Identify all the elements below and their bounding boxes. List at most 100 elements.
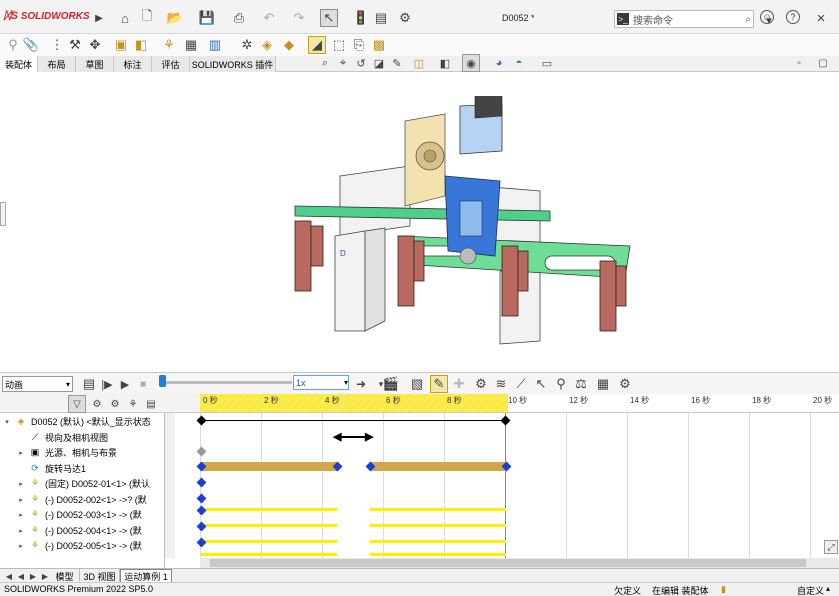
component-timeline-bar[interactable]	[370, 508, 506, 511]
playback-mode-icon[interactable]: ➜	[352, 375, 370, 393]
filter-icon[interactable]: ▽	[68, 395, 86, 413]
exploded-view-icon[interactable]: ✲	[238, 36, 256, 54]
timeline-slider-knob[interactable]	[159, 375, 166, 387]
contact-icon[interactable]: ⚲	[552, 375, 570, 393]
rebuild-light-icon[interactable]: ▮	[721, 584, 726, 595]
filter-driving-icon[interactable]: ⚙	[106, 395, 124, 413]
stop-icon[interactable]: ■	[134, 375, 152, 393]
redo-icon[interactable]: ↷	[290, 9, 308, 27]
search-icon[interactable]: ⌕	[745, 14, 753, 25]
take-snapshot-active-icon[interactable]: ◢	[308, 36, 326, 54]
apply-scene-icon[interactable]: ◓	[510, 54, 528, 72]
graphics-viewport[interactable]: D	[0, 72, 839, 370]
maximize-icon[interactable]: ▢	[814, 54, 832, 72]
dynamic-annotation-icon[interactable]: ✎	[388, 54, 406, 72]
tab-solidworks-addins[interactable]: SOLIDWORKS 插件	[190, 56, 276, 72]
previous-view-icon[interactable]: ↺	[352, 54, 370, 72]
expand-icon[interactable]: ▸	[14, 511, 28, 519]
hide-show-items-icon[interactable]: ◉	[462, 54, 480, 72]
component-timeline-bar[interactable]	[201, 508, 337, 511]
tab-model[interactable]: 模型	[50, 569, 80, 583]
timeline-slider-track[interactable]	[160, 381, 292, 384]
component-timeline-bar[interactable]	[370, 524, 506, 527]
view-orientation-icon[interactable]: ◫	[410, 54, 428, 72]
view-settings-icon[interactable]: ▭	[538, 54, 556, 72]
motor-timeline-bar[interactable]	[201, 462, 337, 471]
autokey-icon[interactable]: ✎	[430, 375, 448, 393]
help-icon[interactable]: ?	[786, 10, 800, 24]
assembly-features-icon[interactable]: ◧	[132, 36, 150, 54]
section-view-icon[interactable]: ◪	[370, 54, 388, 72]
restore-icon[interactable]: ▫	[790, 54, 808, 72]
time-bar-line[interactable]	[505, 413, 506, 560]
search-commands-input[interactable]: >_ 搜索命令 ⌕	[614, 10, 754, 28]
component-timeline-bar[interactable]	[201, 553, 337, 556]
select-pointer-icon[interactable]: ↖	[320, 9, 338, 27]
tree-row-component[interactable]: ▸ ⚘ (固定) D0052-01<1> (默认	[0, 476, 165, 492]
close-window-icon[interactable]: ×	[812, 9, 830, 27]
instant3d-icon[interactable]: ◈	[258, 36, 276, 54]
units-dropdown-icon[interactable]: ▴	[826, 584, 830, 593]
tab-markup[interactable]: 标注	[114, 56, 152, 72]
timeline-ruler[interactable]: 0 秒 2 秒 4 秒 6 秒 8 秒 10 秒 12 秒 14 秒 16 秒 …	[200, 394, 839, 413]
open-folder-icon[interactable]: 📂	[166, 9, 184, 27]
component-timeline-bar[interactable]	[201, 524, 337, 527]
component-timeline-bar[interactable]	[370, 553, 506, 556]
tree-row-view-camera[interactable]: ⟋ 视向及相机视图	[0, 430, 165, 446]
filter-results-icon[interactable]: ▤	[142, 395, 160, 413]
smart-fasteners-icon[interactable]: ⚒	[66, 36, 84, 54]
menu-arrow-icon[interactable]: ▶	[90, 9, 108, 27]
animation-wizard-icon[interactable]: ▧	[408, 375, 426, 393]
zoom-area-icon[interactable]: ⌖	[334, 54, 352, 72]
results-plots-icon[interactable]: ▦	[594, 375, 612, 393]
timeline-area[interactable]	[200, 394, 839, 560]
tree-row-assembly[interactable]: ▾ ◈ D0052 (默认) <默认_显示状态	[0, 414, 165, 430]
camera-icon[interactable]: ⎘	[350, 36, 368, 54]
play-from-start-icon[interactable]: |▶	[98, 375, 116, 393]
bill-of-materials-icon[interactable]: ▥	[206, 36, 224, 54]
undo-icon[interactable]: ↶	[260, 9, 278, 27]
study-type-select[interactable]: 动画 ▾	[2, 376, 73, 392]
motor-icon[interactable]: ⚙	[472, 375, 490, 393]
tab-3d-view[interactable]: 3D 视图	[80, 569, 120, 583]
spring-icon[interactable]: ≋	[492, 375, 510, 393]
expand-icon[interactable]: ▸	[14, 449, 28, 457]
filter-selected-icon[interactable]: ⚘	[124, 395, 142, 413]
tree-row-component[interactable]: ▸ ⚘ (-) D0052-005<1> -> (默	[0, 538, 165, 554]
traffic-light-icon[interactable]: 🚦	[352, 9, 370, 27]
new-motion-study-icon[interactable]: ▦	[182, 36, 200, 54]
expand-icon[interactable]: ▸	[14, 542, 28, 550]
show-hidden-icon[interactable]: ▣	[112, 36, 130, 54]
damper-icon[interactable]: ⟋	[512, 375, 530, 393]
account-icon[interactable]: ☺	[760, 10, 774, 24]
new-document-icon[interactable]: 🗋	[138, 8, 156, 27]
assembly-timeline-bar[interactable]	[201, 420, 506, 421]
home-icon[interactable]: ⌂	[116, 9, 134, 27]
tab-sketch[interactable]: 草图	[76, 56, 114, 72]
add-key-icon[interactable]: ✚	[450, 375, 468, 393]
tab-motion-study-1[interactable]: 运动算例 1	[120, 569, 172, 583]
tree-row-lights[interactable]: ▸ ▣ 光源、相机与布景	[0, 445, 165, 461]
gravity-icon[interactable]: ⚖	[572, 375, 590, 393]
tree-vertical-scrollbar[interactable]	[165, 413, 175, 558]
units-custom[interactable]: 自定义	[797, 584, 824, 596]
tree-row-component[interactable]: ▸ ⚘ (-) D0052-004<1> -> (默	[0, 523, 165, 539]
zoom-to-fit-icon[interactable]: ⌕	[316, 54, 334, 72]
save-icon[interactable]: 💾	[198, 9, 216, 27]
display-style-icon[interactable]: ◧	[436, 54, 454, 72]
panel-toggle-handle[interactable]	[0, 202, 6, 226]
zoom-timeline-icon[interactable]: ⤢	[824, 540, 838, 554]
expand-icon[interactable]: ▸	[14, 480, 28, 488]
motion-study-properties-icon[interactable]: ⚙	[616, 375, 634, 393]
assembly-visualization-icon[interactable]: ▩	[370, 36, 388, 54]
tab-layout[interactable]: 布局	[38, 56, 76, 72]
move-component-icon[interactable]: ✥	[86, 36, 104, 54]
linear-pattern-icon[interactable]: ⋮	[48, 36, 66, 54]
tree-row-component[interactable]: ▸ ⚘ (-) D0052-002<1> ->? (默	[0, 492, 165, 508]
tree-row-component[interactable]: ▸ ⚘ (-) D0052-003<1> -> (默	[0, 507, 165, 523]
file-properties-icon[interactable]: ▤	[372, 9, 390, 27]
play-icon[interactable]: ▶	[116, 375, 134, 393]
large-assembly-icon[interactable]: ⬚	[330, 36, 348, 54]
component-timeline-bar[interactable]	[370, 540, 506, 543]
update-speedpak-icon[interactable]: ◆	[280, 36, 298, 54]
